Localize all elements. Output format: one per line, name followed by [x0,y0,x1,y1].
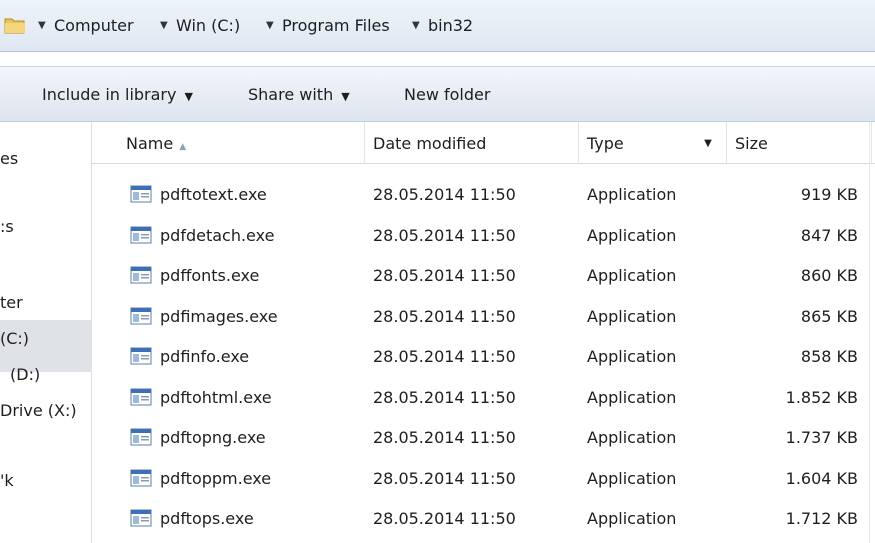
file-type: Application [587,388,677,407]
application-icon [130,388,152,406]
column-header-type-label: Type [587,134,624,153]
breadcrumb-computer[interactable]: Computer [54,14,134,38]
chevron-right-icon[interactable]: ▼ [266,14,274,38]
application-icon [130,226,152,244]
file-row[interactable]: pdffonts.exe 28.05.2014 11:50 Application 8… [92,257,875,295]
file-row[interactable]: pdftopng.exe 28.05.2014 11:50 Application 1… [92,419,875,457]
command-bar: Include in library ▼ Share with ▼ New fold… [0,66,875,122]
nav-item[interactable]: es [0,146,18,172]
file-date-modified: 28.05.2014 11:50 [373,226,516,245]
file-row[interactable]: pdftoppm.exe 28.05.2014 11:50 Application 1… [92,460,875,498]
column-header-name[interactable]: Name ▲ [92,122,365,164]
file-row[interactable]: pdfdetach.exe 28.05.2014 11:50 Application… [92,217,875,255]
sort-ascending-icon: ▲ [179,142,187,152]
application-icon [130,266,152,284]
file-size: 1.737 KB [785,428,858,447]
file-row[interactable]: pdfimages.exe 28.05.2014 11:50 Application… [92,298,875,336]
file-name[interactable]: pdffonts.exe [160,257,259,295]
nav-item[interactable]: ter [0,290,23,316]
column-header-size[interactable]: Size [727,122,872,164]
file-type: Application [587,509,677,528]
file-name[interactable]: pdftotext.exe [160,176,267,214]
file-name[interactable]: pdftohtml.exe [160,379,272,417]
file-date-modified: 28.05.2014 11:50 [373,266,516,285]
nav-item-drive-c[interactable]: (C:) [0,326,29,352]
file-date-modified: 28.05.2014 11:50 [373,185,516,204]
address-bar[interactable]: ▼ Computer ▼ Win (C:) ▼ Program Files ▼ … [0,0,875,52]
file-date-modified: 28.05.2014 11:50 [373,307,516,326]
file-name[interactable]: pdftops.exe [160,500,254,538]
folder-icon [4,18,25,34]
file-size: 865 KB [800,307,858,326]
file-type: Application [587,266,677,285]
share-with-label: Share with [248,85,334,104]
new-folder-button[interactable]: New folder [404,84,490,106]
file-size: 1.712 KB [785,509,858,528]
file-size: 847 KB [800,226,858,245]
chevron-down-icon: ▼ [184,90,193,103]
file-type: Application [587,226,677,245]
chevron-right-icon[interactable]: ▼ [38,14,46,38]
breadcrumb-drive[interactable]: Win (C:) [176,14,240,38]
navigation-pane: es :s ter (C:) (D:) Drive (X:) 'k [0,122,92,543]
file-size: 1.604 KB [785,469,858,488]
file-name[interactable]: pdftoppm.exe [160,460,271,498]
file-size: 860 KB [800,266,858,285]
file-type: Application [587,428,677,447]
file-row[interactable]: pdftotext.exe 28.05.2014 11:50 Application… [92,176,875,214]
application-icon [130,185,152,203]
file-row[interactable]: pdfinfo.exe 28.05.2014 11:50 Application 85… [92,338,875,376]
file-type: Application [587,347,677,366]
breadcrumb-bin32[interactable]: bin32 [428,14,473,38]
application-icon [130,469,152,487]
file-row[interactable]: pdftohtml.exe 28.05.2014 11:50 Application… [92,379,875,417]
file-size: 919 KB [800,185,858,204]
chevron-right-icon[interactable]: ▼ [412,14,420,38]
nav-item-drive-x[interactable]: Drive (X:) [0,398,77,424]
include-in-library-label: Include in library [42,85,177,104]
column-header-name-label: Name [126,134,174,153]
share-with-button[interactable]: Share with ▼ [248,84,350,106]
file-size: 858 KB [800,347,858,366]
application-icon [130,347,152,365]
nav-item-drive-d[interactable]: (D:) [10,362,40,388]
file-type: Application [587,185,677,204]
application-icon [130,428,152,446]
scrollbar-edge [869,122,870,543]
file-date-modified: 28.05.2014 11:50 [373,388,516,407]
file-date-modified: 28.05.2014 11:50 [373,428,516,447]
column-header-date[interactable]: Date modified [365,122,579,164]
application-icon [130,307,152,325]
nav-item[interactable]: 'k [0,468,14,494]
file-type: Application [587,469,677,488]
file-size: 1.852 KB [785,388,858,407]
chevron-down-icon: ▼ [341,90,350,103]
nav-item[interactable]: :s [0,214,14,240]
file-date-modified: 28.05.2014 11:50 [373,509,516,528]
file-name[interactable]: pdfdetach.exe [160,217,274,255]
file-name[interactable]: pdfimages.exe [160,298,278,336]
application-icon [130,509,152,527]
column-filter-dropdown-icon[interactable]: ▼ [698,122,718,164]
file-date-modified: 28.05.2014 11:50 [373,347,516,366]
breadcrumb-program-files[interactable]: Program Files [282,14,390,38]
file-date-modified: 28.05.2014 11:50 [373,469,516,488]
file-type: Application [587,307,677,326]
file-name[interactable]: pdftopng.exe [160,419,266,457]
include-in-library-button[interactable]: Include in library ▼ [42,84,193,106]
chevron-right-icon[interactable]: ▼ [160,14,168,38]
file-name[interactable]: pdfinfo.exe [160,338,249,376]
column-header-row: Name ▲ Date modified Type ▼ Size [92,122,875,164]
file-row[interactable]: pdftops.exe 28.05.2014 11:50 Application 1.… [92,500,875,538]
